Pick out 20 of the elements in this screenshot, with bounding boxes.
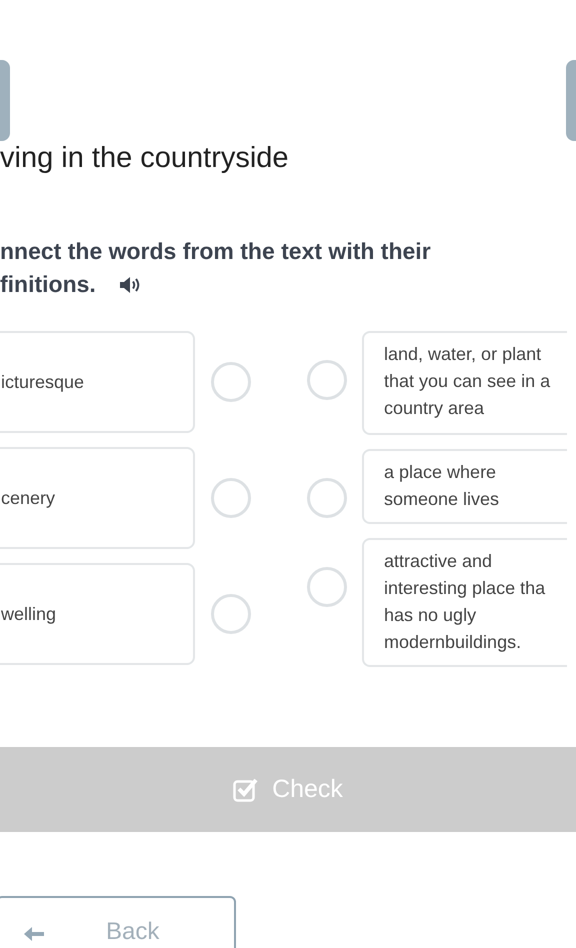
arrow-left-icon [22, 926, 46, 942]
side-tab[interactable] [0, 60, 10, 141]
instruction-text: nnect the words from the text with their [0, 237, 431, 266]
lesson-title: ving in the countryside [0, 141, 290, 175]
connector-dot[interactable] [211, 594, 251, 634]
connector-dot[interactable] [211, 478, 251, 518]
speaker-icon[interactable] [118, 274, 142, 294]
checkbox-icon [233, 778, 260, 802]
word-card[interactable]: welling [0, 563, 195, 665]
definition-card[interactable]: a place where someone lives [362, 449, 567, 524]
connector-dot[interactable] [307, 478, 347, 518]
word-card[interactable]: cenery [0, 447, 195, 549]
word-card[interactable]: icturesque [0, 331, 195, 433]
definition-card[interactable]: land, water, or plant that you can see in a country area [362, 331, 567, 435]
instruction-text: finitions. [0, 270, 96, 299]
side-tab[interactable] [566, 60, 576, 141]
connector-dot[interactable] [307, 567, 347, 607]
connector-dot[interactable] [307, 360, 347, 400]
connector-dot[interactable] [211, 362, 251, 402]
definition-card[interactable]: attractive and interesting place tha has no ugly modernbuildings. [362, 538, 567, 667]
